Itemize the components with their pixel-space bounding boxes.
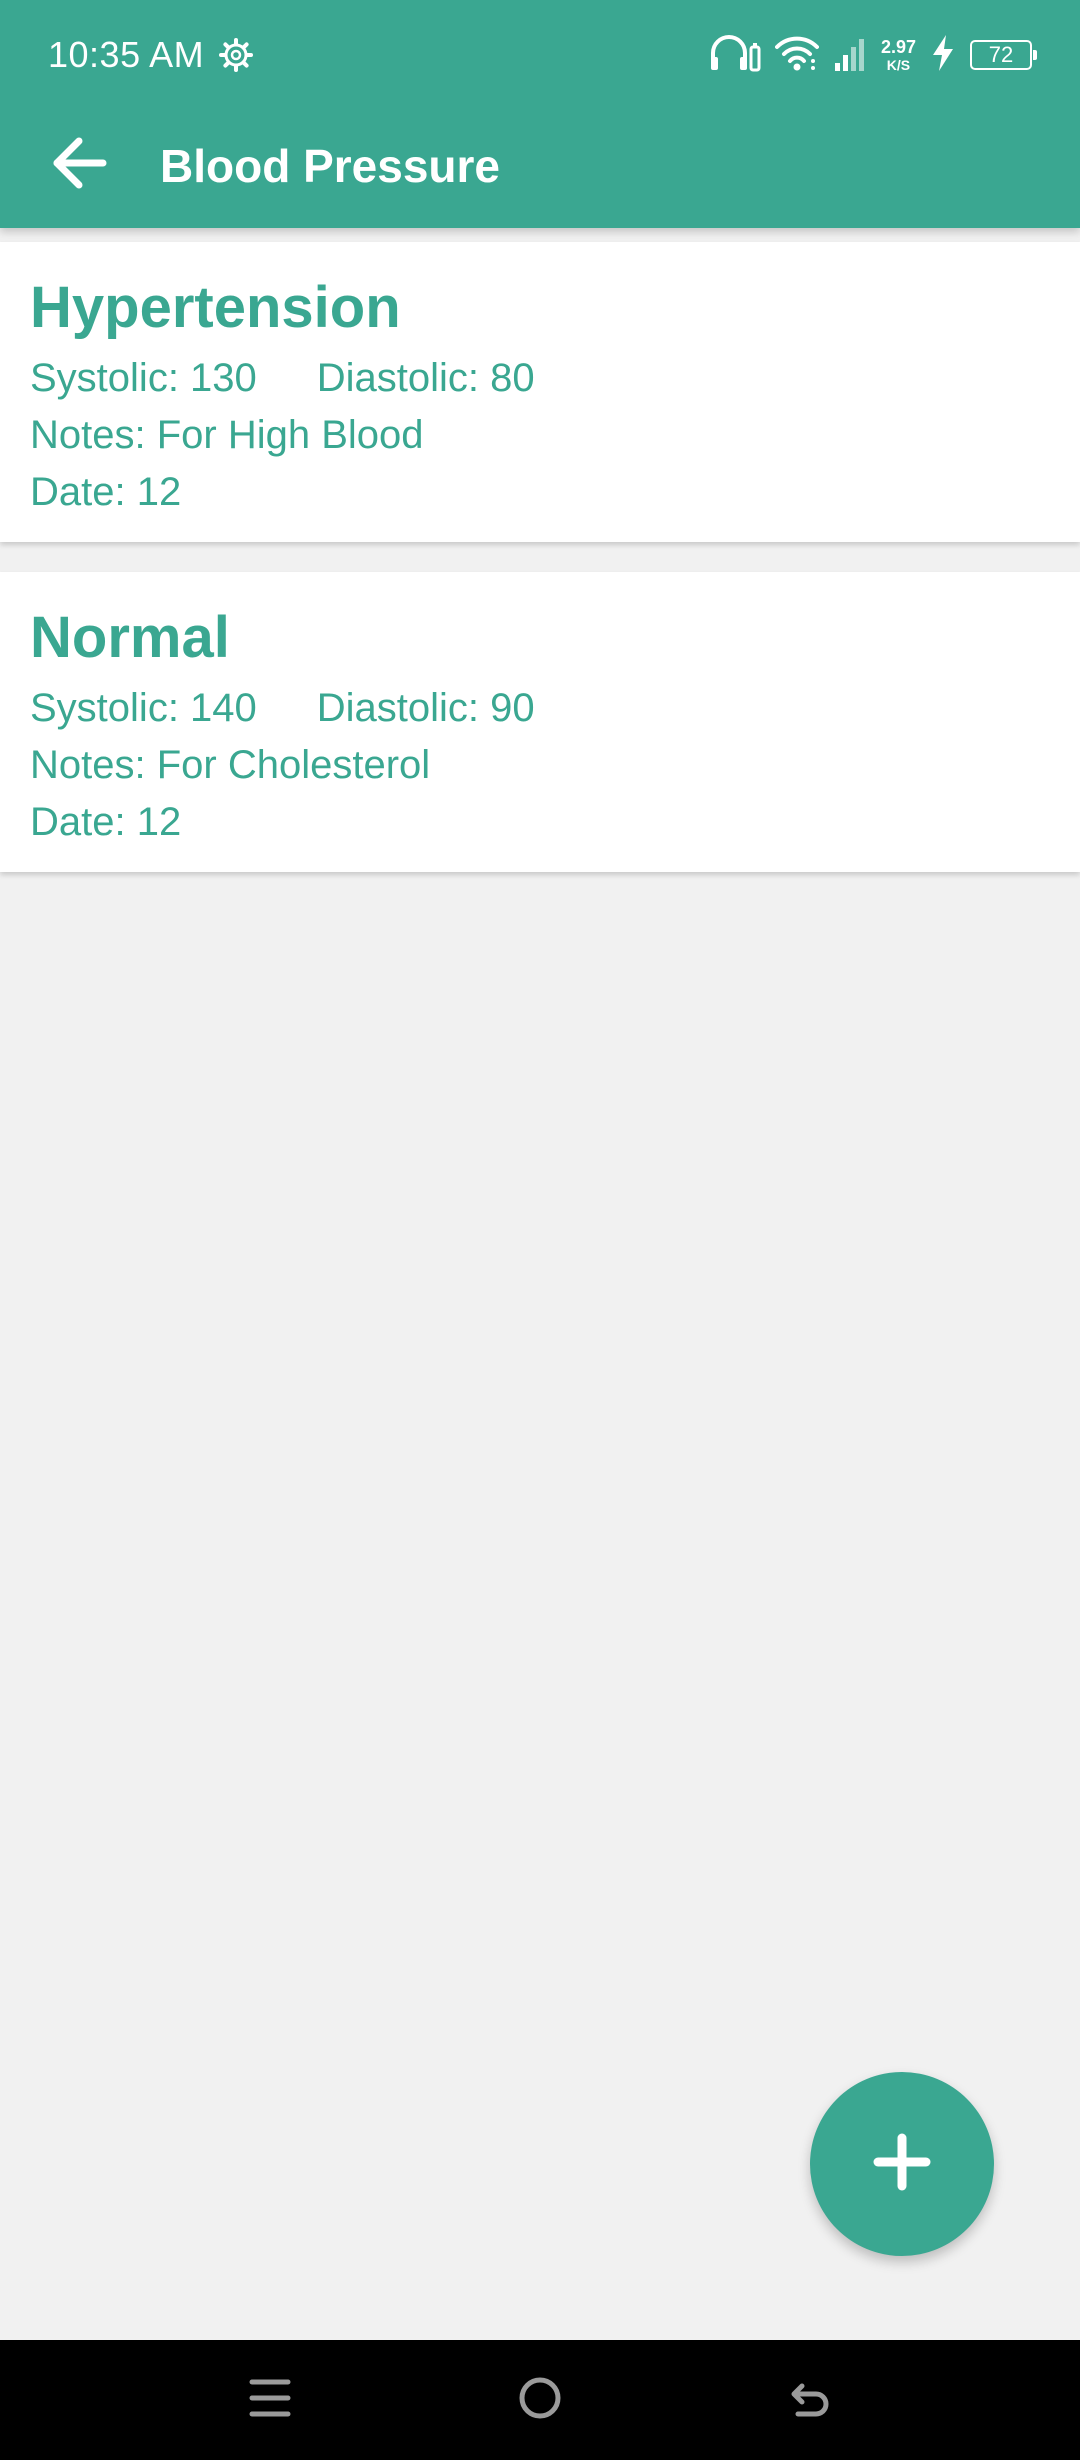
diastolic-value: Diastolic: 90 <box>316 686 535 730</box>
headphones-icon <box>709 33 761 78</box>
status-bar: 10:35 AM 2.97 K/S 72 <box>0 0 1080 110</box>
page-title: Blood Pressure <box>160 140 500 192</box>
record-notes: Notes: For High Blood <box>30 413 424 457</box>
status-time: 10:35 AM <box>48 34 205 75</box>
wifi-icon <box>774 33 819 78</box>
battery-level: 72 <box>988 42 1014 67</box>
menu-icon <box>248 2376 292 2425</box>
records-list: Hypertension Systolic: 130 Diastolic: 80 … <box>0 242 1080 902</box>
back-arrow-icon <box>49 133 109 198</box>
back-icon <box>786 2374 834 2427</box>
net-speed: 2.97 K/S <box>881 38 916 72</box>
nav-back-button[interactable] <box>760 2360 860 2440</box>
system-nav-bar <box>0 2340 1080 2460</box>
app-bar: 10:35 AM 2.97 K/S 72 Blood Pressure <box>0 0 1080 228</box>
nav-menu-button[interactable] <box>220 2360 320 2440</box>
record-readings: Systolic: 130 Diastolic: 80 <box>30 350 1080 407</box>
battery-icon: 72 <box>970 40 1037 70</box>
signal-icon <box>833 33 867 78</box>
status-icons: 2.97 K/S 72 <box>695 30 1037 80</box>
systolic-value: Systolic: 140 <box>30 686 257 730</box>
record-readings: Systolic: 140 Diastolic: 90 <box>30 680 1080 737</box>
record-title: Normal <box>30 605 230 670</box>
diastolic-value: Diastolic: 80 <box>316 356 535 400</box>
net-speed-unit: K/S <box>886 57 911 73</box>
record-date: Date: 12 <box>30 470 182 514</box>
record-title: Hypertension <box>30 275 401 340</box>
plus-icon <box>872 2132 932 2197</box>
systolic-value: Systolic: 130 <box>30 356 257 400</box>
record-notes: Notes: For Cholesterol <box>30 743 431 787</box>
add-record-button[interactable] <box>810 2072 994 2256</box>
charging-icon <box>930 33 956 78</box>
nav-home-button[interactable] <box>490 2360 590 2440</box>
record-card[interactable]: Normal Systolic: 140 Diastolic: 90 Notes:… <box>0 572 1080 872</box>
back-button[interactable] <box>34 120 124 210</box>
record-card[interactable]: Hypertension Systolic: 130 Diastolic: 80 … <box>0 242 1080 542</box>
gear-icon <box>218 37 254 73</box>
net-speed-value: 2.97 <box>880 37 916 57</box>
record-date: Date: 12 <box>30 800 182 844</box>
home-icon <box>516 2374 564 2427</box>
